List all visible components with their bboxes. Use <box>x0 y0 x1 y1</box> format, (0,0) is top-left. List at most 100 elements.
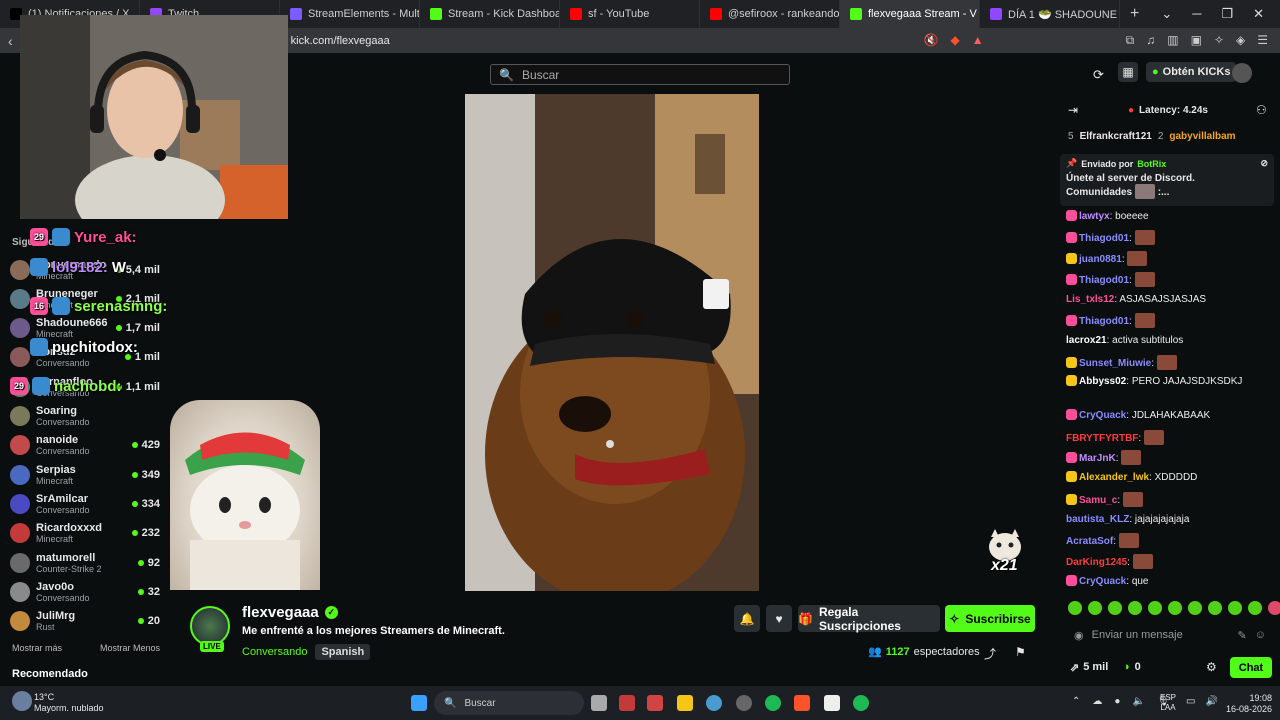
quick-emote[interactable] <box>1068 601 1082 615</box>
chat-username[interactable]: MarJnK <box>1079 453 1116 464</box>
sidebar-channel-item[interactable]: Javo0o Conversando 32 <box>10 577 160 606</box>
chat-username[interactable]: Sunset_Miuwie <box>1079 358 1151 369</box>
clock[interactable]: 19:08 16-08-2026 <box>1226 693 1272 715</box>
weather-widget[interactable]: 13°C Mayorm. nublado <box>34 692 104 714</box>
windows-start-icon[interactable] <box>411 695 427 711</box>
brave-icon[interactable] <box>794 695 810 711</box>
chat-settings-icon[interactable]: ◉ <box>1074 629 1084 642</box>
streamer-name[interactable]: flexvegaaa ✓ <box>242 604 338 621</box>
close-window-button[interactable]: ✕ <box>1253 6 1264 22</box>
menu-icon[interactable]: ☰ <box>1257 33 1268 48</box>
sidebar-channel-item[interactable]: Ricardoxxxd Minecraft 232 <box>10 519 160 548</box>
extensions-icon[interactable]: ⧉ <box>1126 33 1135 48</box>
report-icon[interactable]: ⚑ <box>1015 645 1026 659</box>
maximize-button[interactable]: ❐ <box>1221 6 1233 22</box>
taskbar-search[interactable]: 🔍 Buscar <box>434 691 584 715</box>
chat-username[interactable]: Thiagod01 <box>1079 233 1129 244</box>
theater-mode-icon[interactable]: ▦ <box>1118 62 1138 82</box>
chat-input[interactable]: Enviar un mensaje <box>1092 629 1230 641</box>
browser-tab[interactable]: flexvegaaa Stream - V✕ <box>840 0 980 28</box>
notification-bell-button[interactable]: 🔔 <box>734 605 760 632</box>
quick-emote[interactable] <box>1128 601 1142 615</box>
chat-username[interactable]: lacrox21 <box>1066 335 1107 346</box>
refresh-icon[interactable]: ⟳ <box>1093 67 1104 83</box>
minimize-button[interactable]: ─ <box>1192 6 1201 22</box>
url-field[interactable]: kick.com/flexvegaaa <box>291 35 390 47</box>
new-tab-button[interactable]: + <box>1120 5 1149 23</box>
chat-username[interactable]: Abbyss02 <box>1079 376 1126 387</box>
subscribe-button[interactable]: ✧ Suscribirse <box>945 605 1035 632</box>
leaderboard-user-1[interactable]: Elfrankcraft121 <box>1080 131 1152 142</box>
weather-icon[interactable] <box>12 691 32 711</box>
brave-rewards-icon[interactable]: ▲ <box>972 33 984 48</box>
search-input[interactable]: Buscar <box>522 68 559 82</box>
category-link[interactable]: Conversando <box>242 646 307 658</box>
chat-username[interactable]: lawtyx <box>1079 211 1110 222</box>
quick-emote[interactable] <box>1208 601 1222 615</box>
display-icon[interactable]: ▭ <box>1186 696 1195 707</box>
follow-heart-button[interactable]: ♥ <box>766 605 792 632</box>
quick-emote[interactable] <box>1248 601 1262 615</box>
chat-username[interactable]: Alexander_lwk <box>1079 472 1149 483</box>
unpin-icon[interactable]: ⊘ <box>1260 158 1268 169</box>
chat-username[interactable]: bautista_KLZ <box>1066 514 1129 525</box>
chat-username[interactable]: Thiagod01 <box>1079 316 1129 327</box>
vpn-icon[interactable]: ◈ <box>1236 33 1245 48</box>
chat-username[interactable]: Samu_c <box>1079 495 1117 506</box>
leo-icon[interactable]: ✧ <box>1214 33 1224 48</box>
quick-emote[interactable] <box>1188 601 1202 615</box>
chat-username[interactable]: Lis_txls12 <box>1066 294 1114 305</box>
brave-shield-icon[interactable]: ◆ <box>951 33 960 48</box>
browser-tab[interactable]: StreamElements - Multi-Strea <box>280 0 420 28</box>
emoji-icon[interactable]: ☺ <box>1255 629 1266 641</box>
quick-emote[interactable] <box>1108 601 1122 615</box>
chat-username[interactable]: CryQuack <box>1079 576 1126 587</box>
task-view-icon[interactable] <box>591 695 607 711</box>
app-icon-3[interactable] <box>736 695 752 711</box>
pinned-bot-name[interactable]: BotRix <box>1137 159 1166 169</box>
sidebar-channel-item[interactable]: Serpias Minecraft 349 <box>10 460 160 489</box>
notepad-icon[interactable] <box>824 695 840 711</box>
speaker-icon[interactable]: 🔊 <box>1205 696 1217 707</box>
sidebar-channel-item[interactable]: Soaring Conversando <box>10 402 160 431</box>
send-chat-button[interactable]: Chat <box>1230 657 1272 678</box>
back-button[interactable]: ‹ <box>0 33 21 49</box>
streamer-avatar[interactable] <box>190 606 230 646</box>
video-player[interactable] <box>465 94 759 591</box>
collapse-chat-icon[interactable]: ⇥ <box>1068 103 1078 117</box>
chat-username[interactable]: FBRYTFYRTBF <box>1066 433 1138 444</box>
quick-emote[interactable] <box>1268 601 1280 615</box>
browser-tab[interactable]: DÍA 1 🥗 SHADOUNE GA <box>980 0 1120 28</box>
tray-chevron-icon[interactable]: ⌃ <box>1072 696 1080 707</box>
sidebar-channel-item[interactable]: SrAmilcar Conversando 334 <box>10 489 160 518</box>
quick-emote[interactable] <box>1148 601 1162 615</box>
chat-input-box[interactable]: ◉ Enviar un mensaje ✎ ☺ <box>1068 623 1272 647</box>
sidebar-channel-item[interactable]: matumorell Counter-Strike 2 92 <box>10 548 160 577</box>
chat-username[interactable]: juan0881 <box>1079 254 1122 265</box>
leaderboard-user-2[interactable]: gabyvillalbam <box>1169 131 1235 142</box>
user-avatar[interactable] <box>1232 63 1252 83</box>
chat-username[interactable]: Thiagod01 <box>1079 275 1129 286</box>
search-box[interactable]: 🔍 Buscar <box>490 64 790 85</box>
tab-search-icon[interactable]: ⌄ <box>1161 6 1172 22</box>
quick-emote[interactable] <box>1228 601 1242 615</box>
language-tag[interactable]: Spanish <box>315 644 371 660</box>
kicks-balance[interactable]: ⇗ 5 mil <box>1070 661 1108 674</box>
app-icon-1[interactable] <box>619 695 635 711</box>
share-icon[interactable]: ⤴ <box>984 645 996 662</box>
browser-tab[interactable]: Stream - Kick Dashboard <box>420 0 560 28</box>
language-indicator[interactable]: ESP LAA <box>1160 693 1176 713</box>
users-icon[interactable]: ⚇ <box>1256 103 1267 117</box>
get-kicks-button[interactable]: ● Obtén KICKs <box>1146 62 1236 82</box>
app-icon-4[interactable] <box>853 695 869 711</box>
sidebar-channel-item[interactable]: nanoide Conversando 429 <box>10 431 160 460</box>
volume-icon[interactable]: 🔈 <box>1132 696 1144 707</box>
chat-username[interactable]: CryQuack <box>1079 410 1126 421</box>
show-less-link[interactable]: Mostrar Menos <box>100 643 160 653</box>
spotify-icon[interactable] <box>765 695 781 711</box>
music-icon[interactable]: ♫ <box>1146 33 1155 48</box>
onedrive-icon[interactable]: ☁ <box>1092 696 1102 707</box>
app-icon-2[interactable] <box>647 695 663 711</box>
channel-points[interactable]: ◑ 0 <box>1123 661 1141 673</box>
gift-subs-button[interactable]: 🎁 Regala Suscripciones <box>798 605 940 633</box>
